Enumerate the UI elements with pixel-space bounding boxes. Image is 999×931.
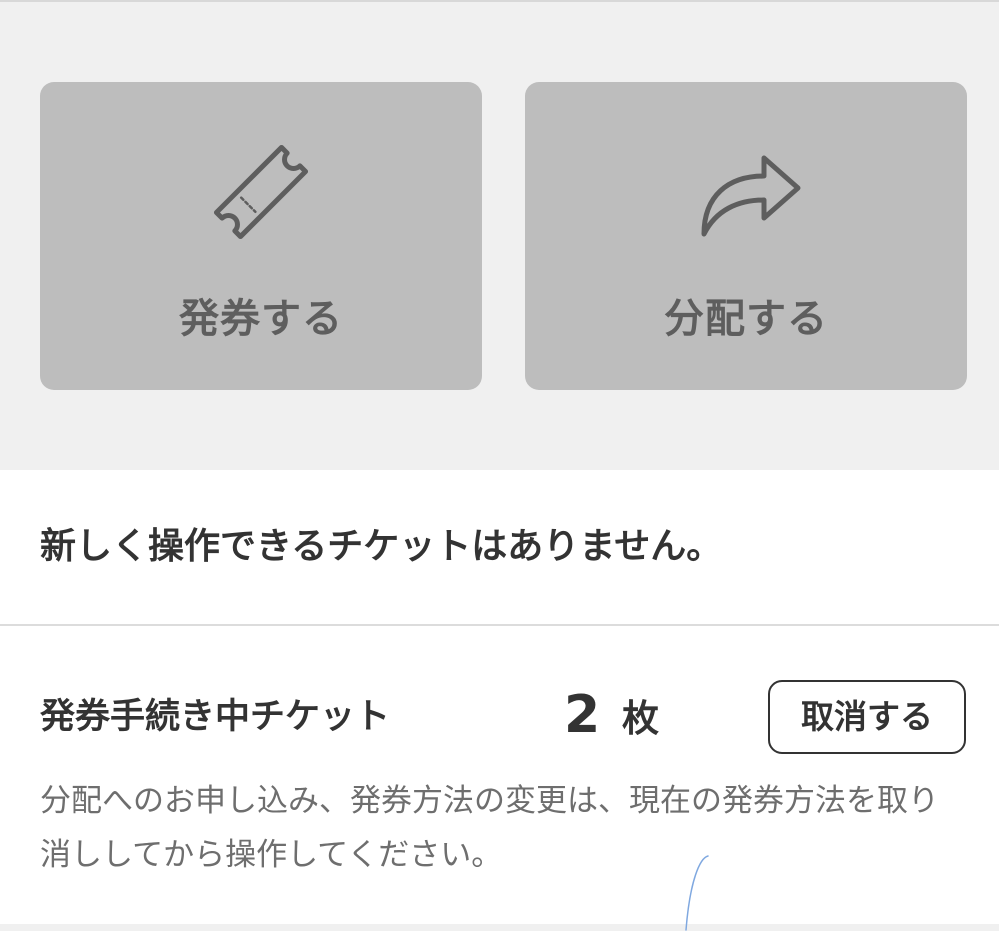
pending-ticket-unit: 枚 bbox=[622, 697, 659, 740]
pending-tickets-note: 分配へのお申し込み、発券方法の変更は、現在の発券方法を取り消ししてから操作してく… bbox=[40, 783, 939, 873]
bottom-strip bbox=[0, 924, 999, 931]
pending-ticket-count: 2 bbox=[564, 685, 601, 745]
distribute-ticket-label: 分配する bbox=[664, 296, 828, 342]
ticket-icon bbox=[213, 144, 309, 240]
action-panel: 発券する 分配する bbox=[0, 2, 999, 470]
empty-state-message: 新しく操作できるチケットはありません。 bbox=[40, 526, 723, 567]
share-arrow-icon bbox=[701, 155, 801, 237]
pending-tickets-section: 発券手続き中チケット 2 枚 取消する 分配へのお申し込み、発券方法の変更は、現… bbox=[0, 626, 999, 924]
issue-ticket-label: 発券する bbox=[179, 296, 343, 342]
available-tickets-section: 新しく操作できるチケットはありません。 bbox=[0, 470, 999, 624]
distribute-ticket-button[interactable]: 分配する bbox=[525, 82, 967, 390]
pending-tickets-title: 発券手続き中チケット bbox=[40, 697, 391, 737]
cancel-issuance-button[interactable]: 取消する bbox=[768, 680, 966, 754]
issue-ticket-button[interactable]: 発券する bbox=[40, 82, 482, 390]
